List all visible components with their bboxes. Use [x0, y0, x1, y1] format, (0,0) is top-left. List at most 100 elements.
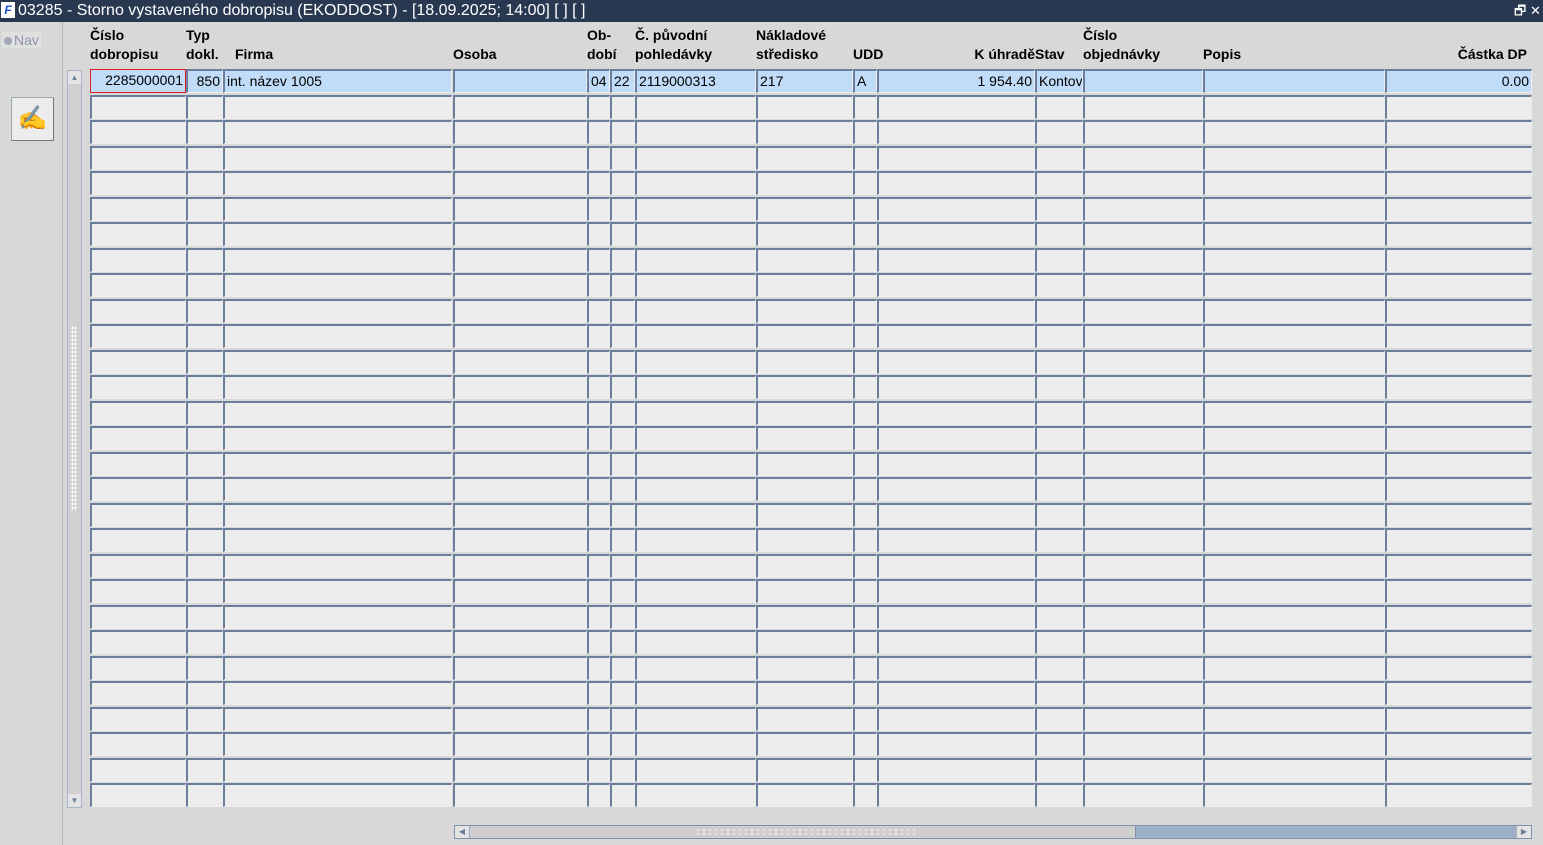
empty-cell[interactable] — [453, 477, 587, 501]
edit-tool-button[interactable]: ✍ — [11, 97, 54, 141]
empty-cell[interactable] — [587, 145, 610, 170]
empty-cell[interactable] — [587, 477, 610, 501]
empty-cell[interactable] — [853, 273, 877, 297]
empty-cell[interactable] — [853, 426, 877, 450]
empty-cell[interactable] — [1035, 477, 1083, 501]
grid-cell[interactable]: A — [853, 69, 877, 93]
empty-cell[interactable] — [1385, 528, 1532, 552]
empty-cell[interactable] — [1083, 375, 1203, 399]
empty-cell[interactable] — [90, 94, 186, 119]
grid-cell[interactable]: 0.00 — [1385, 69, 1532, 93]
empty-cell[interactable] — [453, 732, 587, 756]
empty-cell[interactable] — [1385, 196, 1532, 221]
empty-cell[interactable] — [90, 298, 186, 323]
scroll-up-icon[interactable]: ▲ — [68, 71, 81, 84]
empty-cell[interactable] — [756, 681, 853, 705]
empty-cell[interactable] — [1035, 528, 1083, 552]
empty-cell[interactable] — [635, 426, 756, 450]
empty-cell[interactable] — [453, 375, 587, 399]
empty-cell[interactable] — [453, 298, 587, 323]
empty-cell[interactable] — [1035, 732, 1083, 756]
empty-cell[interactable] — [853, 706, 877, 731]
empty-cell[interactable] — [223, 94, 452, 119]
empty-cell[interactable] — [853, 528, 877, 552]
empty-cell[interactable] — [1385, 375, 1532, 399]
empty-cell[interactable] — [756, 451, 853, 476]
empty-cell[interactable] — [587, 324, 610, 348]
empty-cell[interactable] — [90, 171, 186, 195]
empty-cell[interactable] — [223, 528, 452, 552]
empty-cell[interactable] — [453, 273, 587, 297]
empty-cell[interactable] — [1083, 681, 1203, 705]
empty-cell[interactable] — [1385, 502, 1532, 527]
empty-cell[interactable] — [453, 349, 587, 374]
empty-cell[interactable] — [453, 655, 587, 680]
empty-cell[interactable] — [635, 400, 756, 425]
empty-cell[interactable] — [223, 502, 452, 527]
empty-cell[interactable] — [877, 247, 1035, 272]
empty-cell[interactable] — [1203, 655, 1385, 680]
empty-cell[interactable] — [1385, 579, 1532, 603]
empty-cell[interactable] — [186, 630, 223, 654]
empty-cell[interactable] — [587, 451, 610, 476]
empty-cell[interactable] — [223, 655, 452, 680]
empty-cell[interactable] — [853, 579, 877, 603]
empty-cell[interactable] — [223, 324, 452, 348]
empty-cell[interactable] — [1203, 579, 1385, 603]
empty-cell[interactable] — [635, 732, 756, 756]
empty-cell[interactable] — [90, 349, 186, 374]
empty-cell[interactable] — [1035, 94, 1083, 119]
empty-cell[interactable] — [1083, 579, 1203, 603]
empty-cell[interactable] — [1203, 604, 1385, 629]
empty-cell[interactable] — [587, 732, 610, 756]
empty-cell[interactable] — [90, 604, 186, 629]
empty-cell[interactable] — [877, 375, 1035, 399]
empty-cell[interactable] — [90, 273, 186, 297]
empty-cell[interactable] — [223, 451, 452, 476]
empty-cell[interactable] — [1035, 400, 1083, 425]
empty-cell[interactable] — [1385, 222, 1532, 246]
empty-cell[interactable] — [1083, 604, 1203, 629]
empty-cell[interactable] — [877, 426, 1035, 450]
empty-cell[interactable] — [1083, 732, 1203, 756]
empty-cell[interactable] — [756, 528, 853, 552]
empty-cell[interactable] — [610, 528, 635, 552]
empty-cell[interactable] — [1083, 298, 1203, 323]
empty-cell[interactable] — [610, 706, 635, 731]
nav-radio[interactable]: Nav — [2, 32, 41, 48]
empty-cell[interactable] — [1083, 120, 1203, 144]
empty-cell[interactable] — [853, 94, 877, 119]
empty-cell[interactable] — [877, 783, 1035, 807]
empty-cell[interactable] — [853, 477, 877, 501]
empty-cell[interactable] — [453, 757, 587, 782]
empty-cell[interactable] — [853, 298, 877, 323]
empty-cell[interactable] — [635, 324, 756, 348]
empty-cell[interactable] — [186, 196, 223, 221]
empty-cell[interactable] — [1385, 145, 1532, 170]
empty-cell[interactable] — [756, 655, 853, 680]
empty-cell[interactable] — [587, 604, 610, 629]
empty-cell[interactable] — [186, 426, 223, 450]
empty-cell[interactable] — [635, 655, 756, 680]
empty-cell[interactable] — [186, 349, 223, 374]
empty-cell[interactable] — [635, 196, 756, 221]
empty-cell[interactable] — [1083, 247, 1203, 272]
empty-cell[interactable] — [453, 579, 587, 603]
empty-cell[interactable] — [1203, 502, 1385, 527]
empty-cell[interactable] — [1385, 298, 1532, 323]
empty-cell[interactable] — [186, 757, 223, 782]
empty-cell[interactable] — [756, 273, 853, 297]
empty-cell[interactable] — [1203, 783, 1385, 807]
empty-cell[interactable] — [877, 681, 1035, 705]
empty-cell[interactable] — [756, 477, 853, 501]
empty-cell[interactable] — [1035, 604, 1083, 629]
empty-cell[interactable] — [186, 553, 223, 578]
empty-cell[interactable] — [587, 400, 610, 425]
empty-cell[interactable] — [610, 145, 635, 170]
empty-cell[interactable] — [635, 579, 756, 603]
empty-cell[interactable] — [1035, 273, 1083, 297]
empty-cell[interactable] — [453, 120, 587, 144]
empty-cell[interactable] — [90, 655, 186, 680]
empty-cell[interactable] — [453, 196, 587, 221]
empty-cell[interactable] — [610, 604, 635, 629]
